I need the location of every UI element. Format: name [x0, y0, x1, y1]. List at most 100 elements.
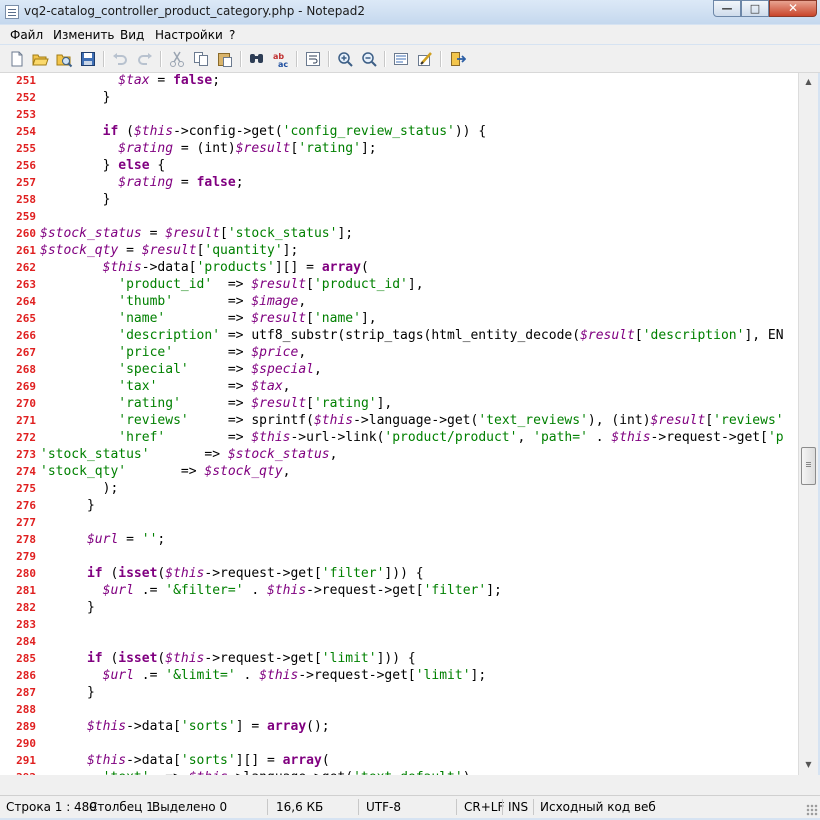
code-line[interactable]: 287 }: [0, 684, 798, 701]
code-line[interactable]: 276 }: [0, 497, 798, 514]
code-line[interactable]: 268 'special' => $special,: [0, 361, 798, 378]
code-line[interactable]: 286 $url .= '&limit=' . $this->request->…: [0, 667, 798, 684]
code-line[interactable]: 260 $stock_status = $result['stock_status…: [0, 225, 798, 242]
undo-icon[interactable]: [111, 50, 129, 68]
code-line[interactable]: 269 'tax' => $tax,: [0, 378, 798, 395]
code-text: $this->data['sorts'][] = array(: [86, 753, 330, 768]
line-number: 254: [16, 125, 36, 138]
code-line[interactable]: 278 $url = '';: [0, 531, 798, 548]
status-divider: [267, 799, 268, 815]
minimize-button[interactable]: —: [713, 0, 741, 17]
menu-settings[interactable]: Настройки: [155, 28, 223, 42]
line-number: 251: [16, 74, 36, 87]
code-line[interactable]: 275 );: [0, 480, 798, 497]
redo-icon[interactable]: [136, 50, 154, 68]
code-text: $url = '';: [86, 532, 166, 547]
code-text: if ($this->config->get('config_review_st…: [102, 124, 487, 139]
menu-file[interactable]: Файл: [10, 28, 43, 42]
menu-view[interactable]: Вид: [120, 28, 144, 42]
editor-bottom-margin: [0, 775, 820, 795]
code-line[interactable]: 257 $rating = false;: [0, 174, 798, 191]
close-button[interactable]: ✕: [769, 0, 817, 17]
code-line[interactable]: 282 }: [0, 599, 798, 616]
paste-icon[interactable]: [216, 50, 234, 68]
toolbar-separator: [384, 51, 386, 67]
scheme-config-icon[interactable]: [416, 50, 434, 68]
line-number: 286: [16, 669, 36, 682]
code-line[interactable]: 279: [0, 548, 798, 565]
code-line[interactable]: 253: [0, 106, 798, 123]
code-line[interactable]: 258 }: [0, 191, 798, 208]
menu-edit[interactable]: Изменить: [53, 28, 115, 42]
code-line[interactable]: 256 } else {: [0, 157, 798, 174]
line-number: 288: [16, 703, 36, 716]
code-editor[interactable]: 251 $tax = false; 252 } 253 254 if ($this->…: [0, 73, 798, 775]
code-line[interactable]: 291 $this->data['sorts'][] = array(: [0, 752, 798, 769]
copy-icon[interactable]: [192, 50, 210, 68]
svg-text:ac: ac: [278, 60, 288, 68]
code-line[interactable]: 265 'name' => $result['name'],: [0, 310, 798, 327]
code-line[interactable]: 251 $tax = false;: [0, 73, 798, 89]
code-text: 'product_id' => $result['product_id'],: [118, 277, 424, 292]
line-number: 264: [16, 295, 36, 308]
replace-icon[interactable]: ab ac: [272, 50, 290, 68]
save-icon[interactable]: [79, 50, 97, 68]
code-line[interactable]: 263 'product_id' => $result['product_id'…: [0, 276, 798, 293]
code-line[interactable]: 270 'rating' => $result['rating'],: [0, 395, 798, 412]
code-line[interactable]: 289 $this->data['sorts'] = array();: [0, 718, 798, 735]
menu-help[interactable]: ?: [229, 28, 235, 42]
code-line[interactable]: 255 $rating = (int)$result['rating'];: [0, 140, 798, 157]
scrollbar-thumb[interactable]: [801, 447, 816, 485]
line-number: 258: [16, 193, 36, 206]
code-line[interactable]: 285 if (isset($this->request->get['limit…: [0, 650, 798, 667]
code-line[interactable]: 271 'reviews' => sprintf($this->language…: [0, 412, 798, 429]
code-line[interactable]: 280 if (isset($this->request->get['filte…: [0, 565, 798, 582]
code-line[interactable]: 290: [0, 735, 798, 752]
code-text: }: [40, 685, 95, 700]
cut-icon[interactable]: [168, 50, 186, 68]
line-number: 274: [16, 465, 36, 478]
code-line[interactable]: 281 $url .= '&filter=' . $this->request-…: [0, 582, 798, 599]
code-text: $stock_qty = $result['quantity'];: [40, 243, 299, 258]
open-file-icon[interactable]: [31, 50, 49, 68]
notepad-app-icon[interactable]: [5, 5, 19, 19]
resize-grip-icon[interactable]: [806, 804, 818, 816]
line-number: 284: [16, 635, 36, 648]
code-line[interactable]: 284: [0, 633, 798, 650]
line-number: 262: [16, 261, 36, 274]
status-syntax-scheme[interactable]: Исходный код веб: [540, 800, 656, 814]
new-file-icon[interactable]: [8, 50, 26, 68]
line-number: 269: [16, 380, 36, 393]
scheme-icon[interactable]: [392, 50, 410, 68]
menu-bar: Файл Изменить Вид Настройки ?: [0, 25, 820, 44]
code-line[interactable]: 288: [0, 701, 798, 718]
code-line[interactable]: 262 $this->data['products'][] = array(: [0, 259, 798, 276]
code-line[interactable]: 252 }: [0, 89, 798, 106]
code-line[interactable]: 267 'price' => $price,: [0, 344, 798, 361]
word-wrap-icon[interactable]: [304, 50, 322, 68]
zoom-out-icon[interactable]: [360, 50, 378, 68]
browse-icon[interactable]: [55, 50, 73, 68]
code-line[interactable]: 259: [0, 208, 798, 225]
code-line[interactable]: 272 'href' => $this->url->link('product/…: [0, 429, 798, 446]
find-icon[interactable]: [248, 50, 266, 68]
zoom-in-icon[interactable]: [336, 50, 354, 68]
status-divider: [456, 799, 457, 815]
exit-icon[interactable]: [448, 50, 466, 68]
line-number: 287: [16, 686, 36, 699]
vertical-scrollbar[interactable]: ▲ ▼: [798, 73, 818, 775]
scroll-down-arrow-icon[interactable]: ▼: [802, 759, 815, 771]
code-line[interactable]: 264 'thumb' => $image,: [0, 293, 798, 310]
code-line[interactable]: 277: [0, 514, 798, 531]
status-eol[interactable]: CR+LF: [464, 800, 504, 814]
code-line[interactable]: 254 if ($this->config->get('config_revie…: [0, 123, 798, 140]
code-line[interactable]: 266 'description' => utf8_substr(strip_t…: [0, 327, 798, 344]
status-encoding[interactable]: UTF-8: [366, 800, 401, 814]
code-line[interactable]: 274 'stock_qty' => $stock_qty,: [0, 463, 798, 480]
code-line[interactable]: 261 $stock_qty = $result['quantity'];: [0, 242, 798, 259]
maximize-button[interactable]: □: [741, 0, 769, 17]
code-line[interactable]: 283: [0, 616, 798, 633]
code-line[interactable]: 273 'stock_status' => $stock_status,: [0, 446, 798, 463]
scroll-up-arrow-icon[interactable]: ▲: [802, 76, 815, 88]
line-number: 285: [16, 652, 36, 665]
